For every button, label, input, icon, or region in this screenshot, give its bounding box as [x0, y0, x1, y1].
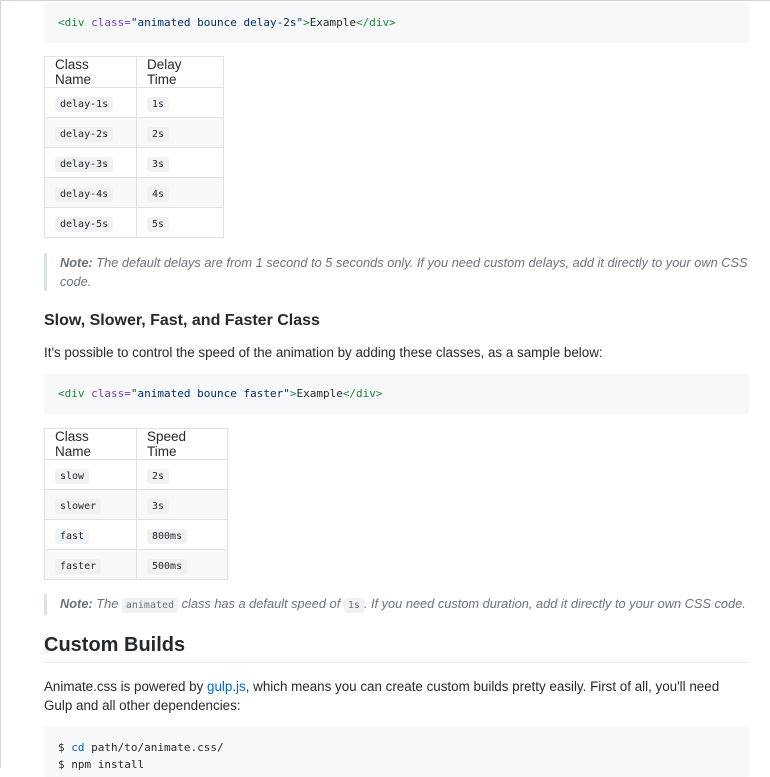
table-cell: slower	[44, 489, 137, 520]
table-header: Speed Time	[136, 428, 228, 460]
delay-value-code: 5s	[147, 216, 170, 232]
table-row: delay-1s 1s	[44, 87, 224, 118]
table-row: slower 3s	[44, 489, 228, 520]
code-content: Example	[296, 387, 343, 400]
note-label: Note:	[60, 596, 93, 611]
code-class-value: "animated bounce faster"	[130, 387, 290, 400]
code-gt: >	[303, 16, 310, 29]
paragraph-text: Animate.css is powered by	[44, 679, 207, 694]
class-name-code: delay-4s	[55, 186, 114, 202]
code-close-tag: </div>	[356, 16, 396, 29]
speed-table: Class Name Speed Time slow 2s slower 3s …	[44, 428, 228, 580]
table-row: fast 800ms	[44, 519, 228, 550]
code-class-attr: class=	[91, 387, 131, 400]
note-text: class has a default speed of	[178, 596, 344, 611]
class-name-code: faster	[55, 558, 102, 574]
note-default-speed: Note: The animated class has a default s…	[44, 594, 749, 615]
code-block-install: $ cd path/to/animate.css/ $ npm install	[44, 727, 749, 777]
table-cell: delay-5s	[44, 207, 137, 238]
code-open-tag: <div	[58, 387, 85, 400]
note-text: The	[92, 596, 122, 611]
table-row: delay-3s 3s	[44, 147, 224, 178]
table-cell: 5s	[136, 207, 224, 238]
table-header-row: Class Name Delay Time	[44, 56, 224, 88]
speed-value-code: 2s	[147, 468, 170, 484]
custom-builds-paragraph: Animate.css is powered by gulp.js, which…	[44, 677, 749, 715]
table-cell: 800ms	[136, 519, 228, 550]
class-name-code: delay-1s	[55, 96, 114, 112]
delay-value-code: 2s	[147, 126, 170, 142]
table-row: faster 500ms	[44, 549, 228, 580]
delay-value-code: 4s	[147, 186, 170, 202]
class-name-code: delay-5s	[55, 216, 114, 232]
table-row: delay-2s 2s	[44, 117, 224, 148]
code-prompt: $	[58, 741, 72, 754]
code-content: Example	[309, 16, 357, 29]
frame-left-border	[0, 0, 1, 768]
table-cell: delay-4s	[44, 177, 137, 208]
note-default-delays: Note: The default delays are from 1 seco…	[44, 253, 749, 291]
note-text: The default delays are from 1 second to …	[60, 255, 748, 289]
section-heading-speed: Slow, Slower, Fast, and Faster Class	[44, 312, 320, 329]
table-cell: slow	[44, 459, 137, 490]
section-heading-custom-builds: Custom Builds	[44, 634, 186, 656]
speed-value-code: 3s	[147, 498, 170, 514]
code-class-attr: class=	[91, 16, 131, 29]
table-header: Class Name	[44, 56, 137, 88]
code-class-value: "animated bounce delay-2s"	[130, 16, 304, 29]
inline-code-speed: 1s	[343, 598, 364, 613]
table-cell: delay-3s	[44, 147, 137, 178]
table-cell: delay-2s	[44, 117, 137, 148]
code-open-tag: <div	[58, 16, 85, 29]
table-row: slow 2s	[44, 459, 228, 490]
heading-divider	[44, 662, 749, 663]
speed-value-code: 500ms	[147, 558, 188, 574]
code-close-tag: </div>	[342, 387, 383, 400]
code-argument: path/to/animate.css/	[84, 741, 224, 754]
note-label: Note:	[60, 255, 93, 270]
table-header-row: Class Name Speed Time	[44, 428, 228, 460]
delay-table: Class Name Delay Time delay-1s 1s delay-…	[44, 56, 224, 238]
table-cell: faster	[44, 549, 137, 580]
table-cell: delay-1s	[44, 87, 137, 118]
table-cell: 500ms	[136, 549, 228, 580]
frame-top-border	[0, 0, 770, 1]
code-line: $ npm install	[58, 758, 145, 771]
note-text: . If you need custom duration, add it di…	[363, 596, 746, 611]
table-row: delay-4s 4s	[44, 177, 224, 208]
table-cell: 2s	[136, 117, 224, 148]
table-cell: fast	[44, 519, 137, 550]
delay-value-code: 3s	[147, 156, 170, 172]
table-row: delay-5s 5s	[44, 207, 224, 238]
speed-value-code: 800ms	[147, 528, 188, 544]
code-block-speed-example: <div class="animated bounce faster">Exam…	[44, 374, 749, 414]
table-header: Delay Time	[136, 56, 224, 88]
class-name-code: delay-3s	[55, 156, 114, 172]
table-cell: 3s	[136, 147, 224, 178]
table-cell: 2s	[136, 459, 228, 490]
table-cell: 1s	[136, 87, 224, 118]
delay-value-code: 1s	[147, 96, 170, 112]
inline-code-animated: animated	[121, 598, 179, 613]
code-block-delay-example: <div class="animated bounce delay-2s">Ex…	[44, 3, 749, 43]
code-command: cd	[71, 741, 85, 754]
speed-intro-paragraph: It's possible to control the speed of th…	[44, 345, 603, 360]
gulp-link[interactable]: gulp.js	[207, 679, 246, 694]
class-name-code: slow	[55, 468, 90, 484]
table-header: Class Name	[44, 428, 137, 460]
table-cell: 3s	[136, 489, 228, 520]
class-name-code: delay-2s	[55, 126, 114, 142]
table-cell: 4s	[136, 177, 224, 208]
class-name-code: fast	[55, 528, 90, 544]
class-name-code: slower	[55, 498, 102, 514]
